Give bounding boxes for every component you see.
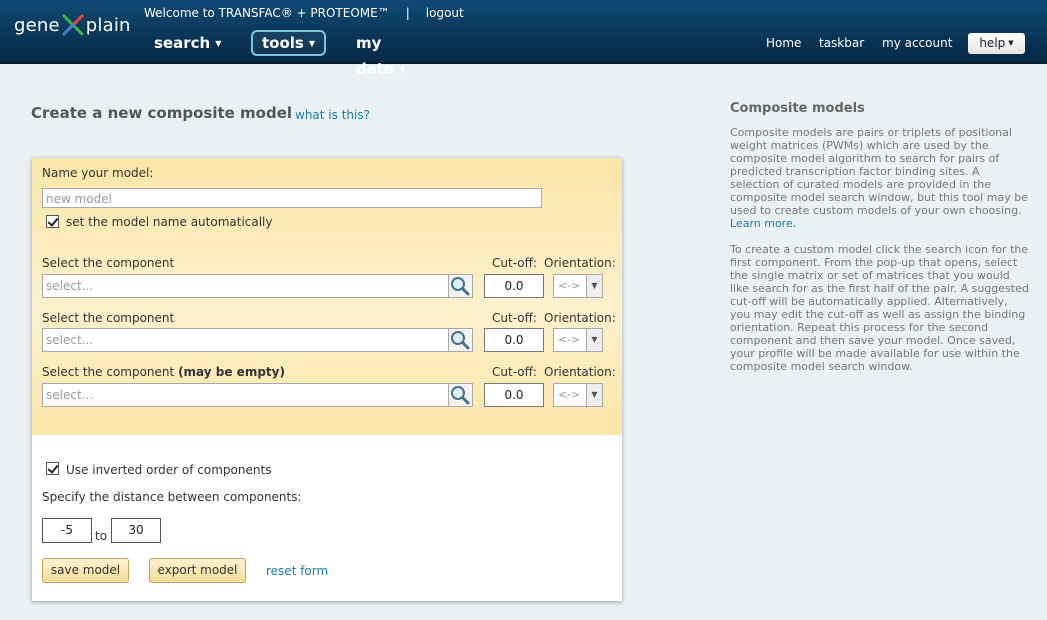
orientation-select[interactable]: <-> ▼ [553,274,603,298]
logo-text-right: plain [85,14,131,36]
inverted-order-checkbox[interactable] [46,462,59,475]
chevron-down-icon: ▼ [308,38,316,48]
cutoff-input[interactable]: 0.0 [484,274,544,298]
save-model-button[interactable]: save model [42,558,129,583]
component-label: Select the component (may be empty) [42,365,285,379]
logo-x-icon [61,13,85,37]
component-placeholder: select... [46,279,94,293]
component-label: Select the component [42,311,175,325]
welcome-separator: | [405,6,410,20]
chevron-down-icon: ▼ [399,64,406,74]
cutoff-label: Cut-off: [492,256,537,270]
auto-name-label: set the model name automatically [66,215,273,229]
taskbar-link[interactable]: taskbar [819,36,864,50]
cutoff-input[interactable]: 0.0 [484,383,544,407]
nav-mydata-menu[interactable]: my data ▼ [356,30,405,78]
model-name-input[interactable]: new model [42,188,542,208]
orientation-value: <-> [558,388,581,401]
orientation-label: Orientation: [544,256,616,270]
component-select-input[interactable]: select... [42,274,449,298]
nav-search-label: search [154,34,211,52]
chevron-down-icon: ▼ [586,275,602,297]
export-model-button[interactable]: export model [149,558,246,583]
distance-to-input[interactable]: 30 [111,518,161,543]
reset-form-link[interactable]: reset form [266,564,328,578]
auto-name-checkbox[interactable] [46,215,59,228]
welcome-text: Welcome to TRANSFAC® + PROTEOME™ [144,6,390,20]
distance-from-input[interactable]: -5 [42,518,92,543]
top-header: gene plain Welcome to TRANSFAC® + PROTEO… [0,0,1047,78]
nav-tools-label: tools [262,34,304,52]
sidebar-paragraph-1: Composite models are pairs or triplets o… [730,126,1030,230]
nav-mydata-label: my data [356,34,395,78]
search-icon[interactable] [449,328,473,352]
cutoff-input[interactable]: 0.0 [484,328,544,352]
component-optional-note: (may be empty) [178,365,285,379]
component-placeholder: select... [46,388,94,402]
chevron-down-icon: ▼ [1008,39,1014,47]
chevron-down-icon: ▼ [586,329,602,351]
logout-link[interactable]: logout [426,6,464,20]
sidebar-title: Composite models [730,101,865,116]
sidebar-paragraph-1-text: Composite models are pairs or triplets o… [730,126,1028,217]
distance-label: Specify the distance between components: [42,490,302,504]
page-title: Create a new composite model [31,104,293,122]
composite-model-form: Name your model: new model set the model… [32,158,622,601]
sidebar-paragraph-2: To create a custom model click the searc… [730,243,1029,373]
nav-tools-menu[interactable]: tools ▼ [251,30,327,56]
genexplain-logo[interactable]: gene plain [14,13,131,37]
orientation-select[interactable]: <-> ▼ [553,328,603,352]
chevron-down-icon: ▼ [586,384,602,406]
orientation-value: <-> [558,333,581,346]
chevron-down-icon: ▼ [215,38,222,48]
my-account-link[interactable]: my account [882,36,952,50]
logo-text-left: gene [14,14,60,36]
search-icon[interactable] [449,383,473,407]
learn-more-link[interactable]: Learn more. [730,217,796,230]
help-label: help [979,36,1006,50]
inverted-order-label: Use inverted order of components [66,463,272,477]
component-label-text: Select the component [42,365,175,379]
cutoff-label: Cut-off: [492,311,537,325]
model-name-placeholder: new model [46,192,112,206]
nav-search-menu[interactable]: search ▼ [154,30,221,56]
to-label: to [95,529,108,543]
home-link[interactable]: Home [766,36,801,50]
help-button[interactable]: help ▼ [968,33,1025,54]
orientation-label: Orientation: [544,311,616,325]
orientation-value: <-> [558,279,581,292]
cutoff-label: Cut-off: [492,365,537,379]
component-placeholder: select... [46,333,94,347]
search-icon[interactable] [449,274,473,298]
orientation-label: Orientation: [544,365,616,379]
component-select-input[interactable]: select... [42,328,449,352]
orientation-select[interactable]: <-> ▼ [553,383,603,407]
name-label: Name your model: [42,166,154,180]
welcome-bar: Welcome to TRANSFAC® + PROTEOME™ | logout [144,6,464,20]
component-label: Select the component [42,256,175,270]
component-select-input[interactable]: select... [42,383,449,407]
what-is-this-link[interactable]: what is this? [295,108,370,122]
